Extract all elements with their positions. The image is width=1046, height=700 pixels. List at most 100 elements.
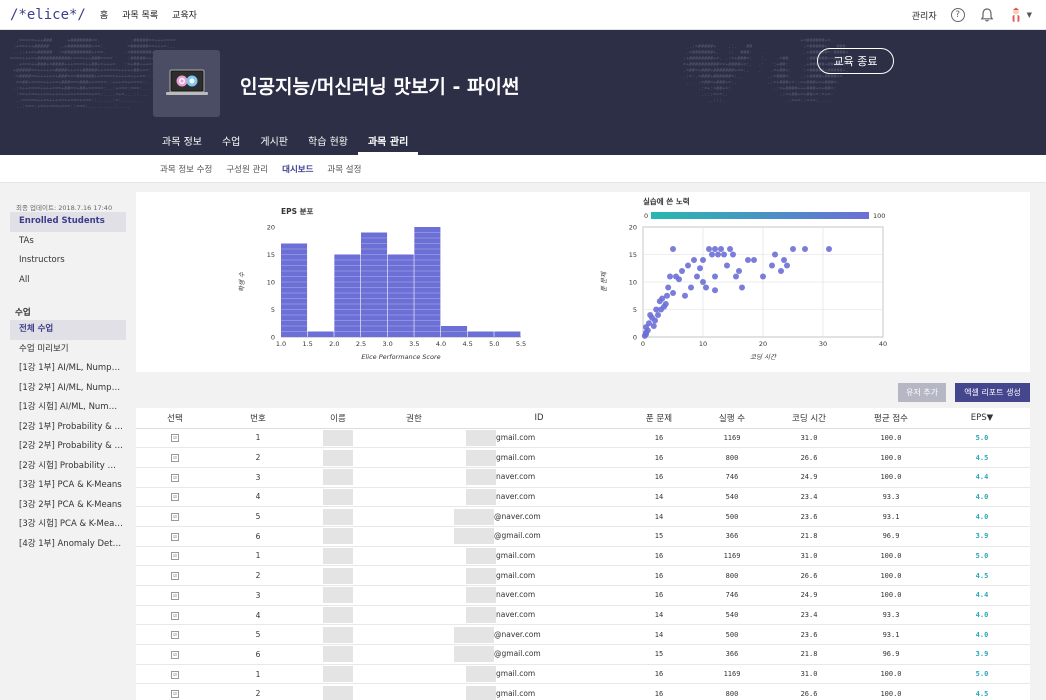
table-row[interactable]: ☑ 4 naver.com 14 540 23.4 93.3 4.0 bbox=[136, 605, 1030, 626]
row-solved: 14 bbox=[624, 487, 694, 508]
elice-logo[interactable]: /*elice*/ bbox=[10, 7, 86, 23]
col-coding-time[interactable]: 코딩 시간 bbox=[770, 408, 848, 429]
row-checkbox[interactable]: ☑ bbox=[136, 447, 214, 468]
scatter-point bbox=[652, 317, 658, 324]
avatar[interactable] bbox=[1009, 7, 1023, 23]
nav-educator-link[interactable]: 교육자 bbox=[172, 8, 197, 21]
scatter-point bbox=[650, 323, 657, 329]
row-checkbox[interactable]: ☑ bbox=[136, 526, 214, 547]
redacted-id bbox=[466, 666, 496, 683]
nav-home-link[interactable]: 홈 bbox=[100, 8, 108, 21]
row-avg-score: 100.0 bbox=[848, 585, 934, 606]
row-checkbox[interactable]: ☑ bbox=[136, 585, 214, 606]
sidebar-lesson-all[interactable]: 전체 수업 bbox=[10, 320, 126, 340]
table-row[interactable]: ☑ 2 gmail.com 16 800 26.6 100.0 4.5 bbox=[136, 565, 1030, 586]
row-checkbox[interactable]: ☑ bbox=[136, 664, 214, 685]
tab-board[interactable]: 게시판 bbox=[250, 130, 298, 155]
tab-course-info[interactable]: 과목 정보 bbox=[152, 130, 212, 155]
x-tick-label: 3.5 bbox=[409, 340, 419, 348]
table-row[interactable]: ☑ 4 naver.com 14 540 23.4 93.3 4.0 bbox=[136, 487, 1030, 508]
sidebar-item-enrolled-students[interactable]: Enrolled Students bbox=[10, 212, 126, 232]
row-checkbox[interactable]: ☑ bbox=[136, 487, 214, 508]
row-eps: 4.0 bbox=[934, 487, 1030, 508]
col-solved[interactable]: 푼 문제 bbox=[624, 408, 694, 429]
chevron-down-icon[interactable]: ▼ bbox=[1027, 11, 1032, 19]
row-role bbox=[374, 487, 454, 508]
redacted-id bbox=[466, 488, 496, 505]
row-checkbox[interactable]: ☑ bbox=[136, 428, 214, 449]
row-checkbox[interactable]: ☑ bbox=[136, 467, 214, 488]
x-tick-label: 4.0 bbox=[436, 340, 446, 348]
sidebar-lesson-item[interactable]: [1강 2부] AI/ML, Nump… bbox=[10, 379, 126, 399]
col-eps[interactable]: EPS▼ bbox=[934, 408, 1030, 429]
row-checkbox[interactable]: ☑ bbox=[136, 624, 214, 646]
sidebar-lesson-item[interactable]: [3강 1부] PCA & K-Means bbox=[10, 476, 126, 496]
row-checkbox[interactable]: ☑ bbox=[136, 565, 214, 586]
row-runs: 540 bbox=[694, 605, 770, 626]
row-avg-score: 93.3 bbox=[848, 487, 934, 508]
row-id: gmail.com bbox=[454, 664, 624, 685]
scatter-point bbox=[662, 301, 669, 307]
subnav-course-settings[interactable]: 과목 설정 bbox=[327, 163, 361, 175]
row-eps: 3.9 bbox=[934, 644, 1030, 665]
row-checkbox[interactable]: ☑ bbox=[136, 506, 214, 527]
table-row[interactable]: ☑ 6 @gmail.com 15 366 21.8 96.9 3.9 bbox=[136, 526, 1030, 547]
sidebar-lesson-item[interactable]: [3강 시험] PCA & K-Mea… bbox=[10, 515, 126, 535]
sidebar-lesson-item[interactable]: [2강 시험] Probability … bbox=[10, 457, 126, 477]
subnav-edit-course-info[interactable]: 과목 정보 수정 bbox=[160, 163, 212, 175]
table-row[interactable]: ☑ 1 gmail.com 16 1169 31.0 100.0 5.0 bbox=[136, 428, 1030, 449]
row-coding-time: 24.9 bbox=[770, 467, 848, 488]
col-runs[interactable]: 실행 수 bbox=[694, 408, 770, 429]
course-banner: .=====+++### +#######==. :#####==+++====… bbox=[0, 30, 1046, 155]
row-checkbox[interactable]: ☑ bbox=[136, 546, 214, 567]
add-user-button[interactable]: 유저 추가 bbox=[898, 383, 946, 402]
excel-report-button[interactable]: 엑셀 리포트 생성 bbox=[955, 383, 1030, 402]
subnav-member-management[interactable]: 구성원 관리 bbox=[226, 163, 268, 175]
row-solved: 16 bbox=[624, 546, 694, 567]
row-runs: 1169 bbox=[694, 428, 770, 449]
scatter-point bbox=[736, 268, 742, 274]
table-row[interactable]: ☑ 2 gmail.com 16 800 26.6 100.0 4.5 bbox=[136, 683, 1030, 700]
table-row[interactable]: ☑ 2 gmail.com 16 800 26.6 100.0 4.5 bbox=[136, 447, 1030, 468]
row-id: naver.com bbox=[454, 585, 624, 606]
row-avg-score: 93.1 bbox=[848, 506, 934, 527]
sidebar-lesson-item[interactable]: [2강 1부] Probability & … bbox=[10, 418, 126, 438]
scatter-point bbox=[730, 251, 736, 258]
sidebar-lesson-item[interactable]: [1강 시험] AI/ML, Num… bbox=[10, 398, 126, 418]
subnav-dashboard[interactable]: 대시보드 bbox=[282, 163, 313, 175]
table-row[interactable]: ☑ 5 @naver.com 14 500 23.6 93.1 4.0 bbox=[136, 506, 1030, 527]
row-eps: 3.9 bbox=[934, 526, 1030, 547]
table-row[interactable]: ☑ 1 gmail.com 16 1169 31.0 100.0 5.0 bbox=[136, 664, 1030, 685]
row-checkbox[interactable]: ☑ bbox=[136, 644, 214, 665]
nav-course-list-link[interactable]: 과목 목록 bbox=[122, 8, 158, 21]
bell-icon[interactable] bbox=[979, 7, 995, 23]
sidebar-lesson-item[interactable]: [4강 1부] Anomaly Det… bbox=[10, 535, 126, 555]
row-role bbox=[374, 506, 454, 527]
col-role: 권한 bbox=[374, 408, 454, 429]
tab-course-management[interactable]: 과목 관리 bbox=[357, 130, 419, 155]
table-row[interactable]: ☑ 3 naver.com 16 746 24.9 100.0 4.4 bbox=[136, 585, 1030, 606]
sidebar-item-instructors[interactable]: Instructors bbox=[10, 251, 126, 271]
sidebar-lesson-item[interactable]: [1강 1부] AI/ML, Nump… bbox=[10, 359, 126, 379]
row-role bbox=[374, 428, 454, 449]
end-course-button[interactable]: 교육 종료 bbox=[817, 48, 894, 74]
row-eps: 4.5 bbox=[934, 683, 1030, 700]
row-checkbox[interactable]: ☑ bbox=[136, 605, 214, 626]
row-checkbox[interactable]: ☑ bbox=[136, 683, 214, 700]
sidebar-lesson-item[interactable]: [3강 2부] PCA & K-Means bbox=[10, 496, 126, 516]
col-avg-score[interactable]: 평균 점수 bbox=[848, 408, 934, 429]
table-row[interactable]: ☑ 3 naver.com 16 746 24.9 100.0 4.4 bbox=[136, 467, 1030, 488]
tab-lessons[interactable]: 수업 bbox=[212, 130, 250, 155]
table-row[interactable]: ☑ 5 @naver.com 14 500 23.6 93.1 4.0 bbox=[136, 624, 1030, 646]
sidebar-item-all[interactable]: All bbox=[10, 271, 126, 291]
tab-learning-status[interactable]: 학습 현황 bbox=[298, 130, 358, 155]
row-runs: 500 bbox=[694, 624, 770, 646]
row-name bbox=[302, 624, 374, 646]
help-icon[interactable]: ? bbox=[950, 8, 965, 22]
sidebar-lesson-preview[interactable]: 수업 미리보기 bbox=[10, 340, 126, 360]
table-row[interactable]: ☑ 6 @gmail.com 15 366 21.8 96.9 3.9 bbox=[136, 644, 1030, 665]
sidebar-lesson-item[interactable]: [2강 2부] Probability & … bbox=[10, 437, 126, 457]
admin-link[interactable]: 관리자 bbox=[912, 9, 937, 22]
sidebar-item-tas[interactable]: TAs bbox=[10, 232, 126, 252]
table-row[interactable]: ☑ 1 gmail.com 16 1169 31.0 100.0 5.0 bbox=[136, 546, 1030, 567]
